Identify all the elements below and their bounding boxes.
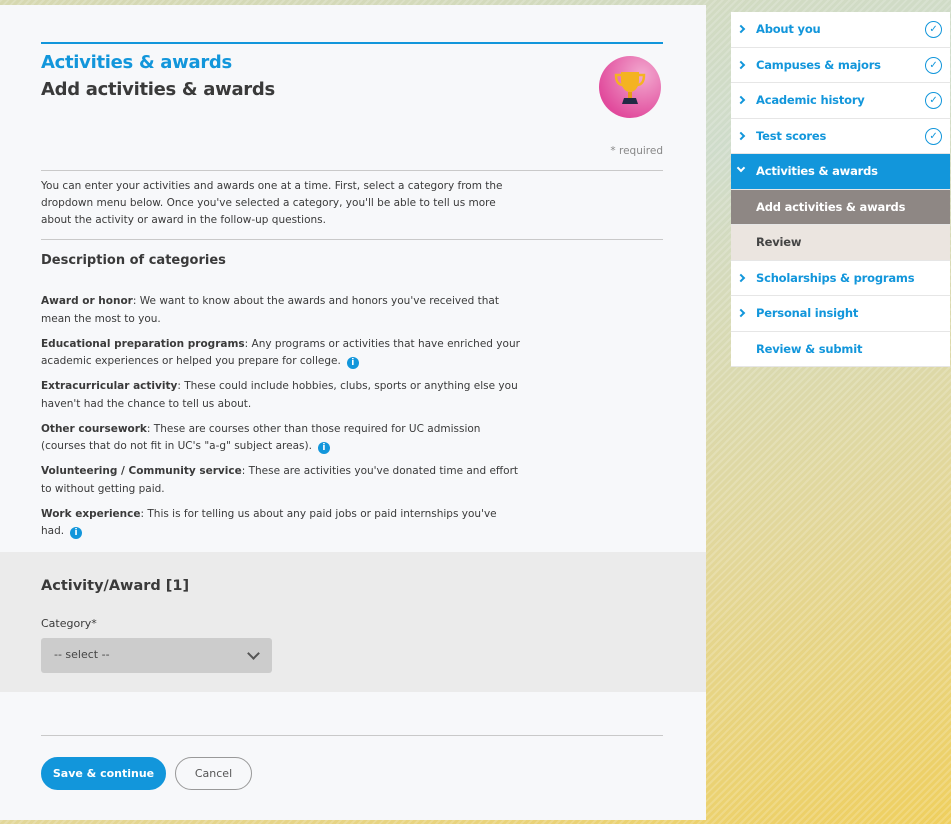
chevron-icon [736, 24, 746, 34]
sidebar-item-label: Test scores [756, 128, 827, 143]
sidebar-item-label: Review [756, 235, 802, 249]
chevron-icon [736, 60, 746, 69]
activity-heading: Activity/Award [1] [41, 578, 190, 594]
sidebar-nav: About you ✓ Campuses & majors ✓ Academic his… [731, 12, 950, 367]
sidebar-item[interactable]: Add activities & awards [731, 189, 950, 225]
activity-form-section: Activity/Award [1] Category* -- select -… [0, 552, 706, 692]
category-description: Work experience: This is for telling us … [41, 506, 521, 541]
cancel-button[interactable]: Cancel [175, 757, 252, 790]
divider [41, 735, 663, 736]
sidebar-item[interactable]: About you ✓ [731, 12, 950, 48]
trophy-icon [599, 56, 661, 118]
divider [41, 170, 663, 171]
category-select[interactable]: -- select -- [41, 638, 272, 673]
description-heading: Description of categories [41, 253, 226, 268]
category-term: Volunteering / Community service [41, 465, 242, 477]
sidebar-item[interactable]: Activities & awards [731, 154, 950, 190]
divider [41, 239, 663, 240]
sidebar-item-label: Add activities & awards [756, 199, 906, 214]
sidebar-item[interactable]: Scholarships & programs [731, 261, 950, 296]
page-title: Add activities & awards [41, 79, 275, 100]
sidebar-item-label: Activities & awards [756, 164, 878, 178]
sidebar-item-label: About you [756, 22, 821, 36]
info-icon[interactable]: i [317, 442, 330, 454]
category-value: -- select -- [54, 648, 110, 661]
chevron-icon [736, 163, 746, 173]
intro-text: You can enter your activities and awards… [41, 180, 503, 226]
category-term: Work experience [41, 507, 141, 520]
sidebar-item-label: Review & submit [756, 341, 863, 356]
sidebar-item[interactable]: Academic history ✓ [731, 83, 950, 119]
check-circle-icon: ✓ [925, 127, 942, 145]
sidebar-item-label: Academic history [756, 93, 865, 107]
section-title: Activities & awards [41, 52, 232, 73]
category-description: Educational preparation programs: Any pr… [41, 336, 521, 371]
category-description: Extracurricular activity: These could in… [41, 378, 521, 413]
required-note: * required [610, 145, 663, 157]
sidebar-item-label: Campuses & majors [756, 57, 881, 72]
main-panel: Activities & awards Add activities & awa… [0, 5, 706, 820]
chevron-icon [736, 131, 746, 140]
category-term: Extracurricular activity [41, 380, 178, 392]
save-continue-button[interactable]: Save & continue [41, 757, 166, 790]
sidebar-item-label: Scholarships & programs [756, 270, 915, 285]
category-term: Other coursework [41, 422, 147, 435]
check-circle-icon: ✓ [925, 92, 942, 109]
category-label: Category* [41, 617, 97, 630]
category-term: Educational preparation programs [41, 337, 245, 350]
sidebar-item-label: Personal insight [756, 306, 859, 320]
check-circle-icon: ✓ [925, 56, 942, 74]
info-icon[interactable]: i [346, 357, 359, 369]
category-term: Award or honor [41, 295, 133, 307]
chevron-down-icon [247, 647, 260, 660]
chevron-icon [736, 308, 746, 318]
category-descriptions: Award or honor: We want to know about th… [41, 293, 521, 548]
check-circle-icon: ✓ [925, 21, 942, 38]
header-rule [41, 42, 663, 44]
info-icon[interactable]: i [70, 527, 83, 539]
sidebar-item[interactable]: Campuses & majors ✓ [731, 48, 950, 83]
category-description: Award or honor: We want to know about th… [41, 293, 521, 328]
sidebar-item[interactable]: Review & submit [731, 332, 950, 367]
chevron-icon [736, 273, 746, 282]
category-description: Volunteering / Community service: These … [41, 463, 521, 498]
chevron-icon [736, 95, 746, 105]
sidebar-item[interactable]: Review [731, 225, 950, 261]
category-description: Other coursework: These are courses othe… [41, 421, 521, 456]
sidebar-item[interactable]: Test scores ✓ [731, 119, 950, 154]
sidebar-item[interactable]: Personal insight [731, 296, 950, 332]
